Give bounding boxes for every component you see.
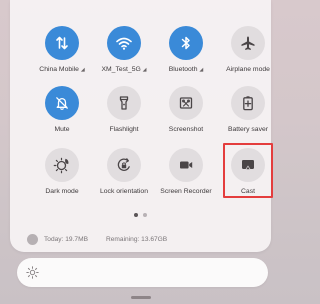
signal-icon: ◢ — [142, 67, 147, 73]
tile-mute[interactable]: Mute — [29, 84, 95, 139]
page-dot-active[interactable] — [134, 213, 138, 217]
data-usage-remaining: Remaining: 13.67GB — [105, 235, 168, 243]
tile-label: Bluetooth — [168, 66, 198, 73]
data-usage-icon — [27, 233, 38, 245]
cast-highlight-box — [223, 143, 273, 198]
tile-dark-mode[interactable]: Dark mode — [29, 146, 95, 201]
tile-wifi[interactable]: XM_Test_5G ◢ — [91, 24, 157, 79]
video-camera-icon — [169, 148, 203, 182]
tile-china-mobile[interactable]: China Mobile ◢ — [29, 24, 95, 79]
tile-label: China Mobile — [39, 66, 79, 73]
tile-flashlight[interactable]: Flashlight — [91, 84, 157, 139]
brightness-slider[interactable] — [17, 258, 268, 287]
tile-label: XM_Test_5G — [101, 66, 141, 73]
drag-handle[interactable] — [131, 296, 151, 299]
data-usage-row[interactable]: Today: 19.7MB Remaining: 13.67GB — [27, 233, 167, 245]
sun-icon — [26, 266, 39, 284]
data-usage-today: Today: 19.7MB — [44, 235, 88, 243]
tile-label: Airplane mode — [226, 66, 270, 73]
dark-mode-icon — [45, 148, 79, 182]
page-indicator — [10, 213, 271, 218]
battery-plus-icon — [231, 86, 265, 120]
tile-battery-saver[interactable]: Battery saver — [215, 84, 281, 139]
wifi-icon — [107, 26, 141, 60]
tile-screen-recorder[interactable]: Screen Recorder — [153, 146, 219, 201]
bluetooth-icon — [169, 26, 203, 60]
airplane-icon — [231, 26, 265, 60]
bell-off-icon — [45, 86, 79, 120]
tile-screenshot[interactable]: Screenshot — [153, 84, 219, 139]
screenshot-icon — [169, 86, 203, 120]
signal-icon: ◢ — [80, 67, 85, 73]
tile-label: Battery saver — [227, 126, 269, 133]
signal-icon: ◢ — [199, 67, 204, 73]
flashlight-icon — [107, 86, 141, 120]
tile-lock-orientation[interactable]: Lock orientation — [91, 146, 157, 201]
control-center-panel: China Mobile ◢ XM_Test_5G ◢ Bluetooth ◢ — [10, 0, 273, 252]
page-dot-inactive[interactable] — [143, 213, 147, 217]
data-arrows-icon — [45, 26, 79, 60]
tile-bluetooth[interactable]: Bluetooth ◢ — [153, 24, 219, 79]
tile-airplane-mode[interactable]: Airplane mode — [215, 24, 281, 79]
lock-rotation-icon — [107, 148, 141, 182]
